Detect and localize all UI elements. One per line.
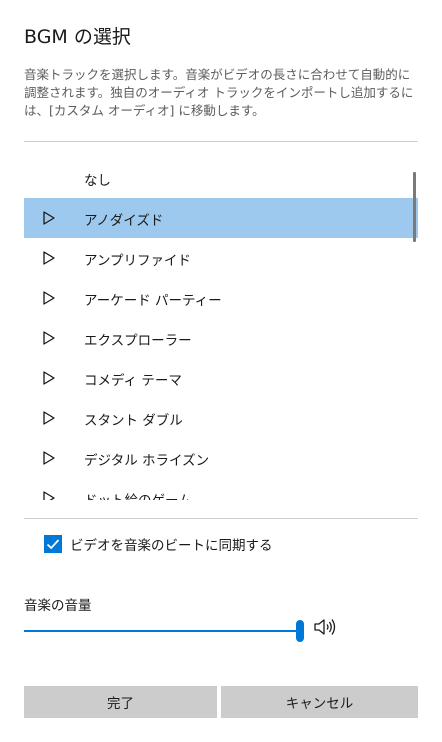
track-label: アーケード パーティー <box>84 293 222 309</box>
track-item[interactable]: ドット絵のゲーム <box>24 478 418 500</box>
play-icon[interactable] <box>43 411 55 425</box>
track-item[interactable]: エクスプローラー <box>24 318 418 358</box>
play-icon[interactable] <box>43 251 55 265</box>
track-item[interactable]: スタント ダブル <box>24 398 418 438</box>
play-icon[interactable] <box>43 211 55 225</box>
volume-slider-fill <box>24 630 300 632</box>
dialog-title: BGM の選択 <box>24 26 131 48</box>
track-item[interactable]: デジタル ホライズン <box>24 438 418 478</box>
checkmark-icon <box>46 539 60 550</box>
play-icon[interactable] <box>43 371 55 385</box>
track-label: なし <box>84 173 111 189</box>
track-label: デジタル ホライズン <box>84 453 210 469</box>
track-list[interactable]: なしアノダイズドアンプリファイドアーケード パーティー エクスプローラー コメディ … <box>24 158 418 500</box>
sync-beat-option[interactable]: ビデオを音楽のビートに同期する <box>44 534 273 554</box>
track-label: エクスプローラー <box>84 333 192 349</box>
track-label: ドット絵のゲーム <box>84 489 192 500</box>
track-label: コメディ テーマ <box>84 373 182 389</box>
track-label: アンプリファイド <box>84 253 192 269</box>
sync-beat-label: ビデオを音楽のビートに同期する <box>70 538 273 554</box>
track-item[interactable]: コメディ テーマ <box>24 358 418 398</box>
volume-slider-thumb[interactable] <box>296 620 304 642</box>
play-icon[interactable] <box>43 331 55 345</box>
divider <box>24 141 418 142</box>
cancel-button[interactable]: キャンセル <box>221 686 418 718</box>
play-icon[interactable] <box>43 491 55 500</box>
done-button[interactable]: 完了 <box>24 686 217 718</box>
track-item[interactable]: アンプリファイド <box>24 238 418 278</box>
list-scrollbar[interactable] <box>413 172 416 242</box>
dialog-description: 音楽トラックを選択します。音楽がビデオの長さに合わせて自動的に調整されます。独自… <box>24 67 414 118</box>
play-icon[interactable] <box>43 291 55 305</box>
track-item[interactable]: なし <box>24 158 418 198</box>
divider <box>24 518 418 519</box>
track-item[interactable]: アーケード パーティー <box>24 278 418 318</box>
sync-beat-checkbox[interactable] <box>44 535 62 553</box>
play-icon[interactable] <box>43 451 55 465</box>
speaker-icon[interactable] <box>313 617 337 637</box>
volume-label: 音楽の音量 <box>24 598 92 614</box>
track-label: スタント ダブル <box>84 413 183 429</box>
track-label: アノダイズド <box>84 213 164 229</box>
volume-slider[interactable] <box>24 620 304 642</box>
track-item[interactable]: アノダイズド <box>24 198 418 238</box>
